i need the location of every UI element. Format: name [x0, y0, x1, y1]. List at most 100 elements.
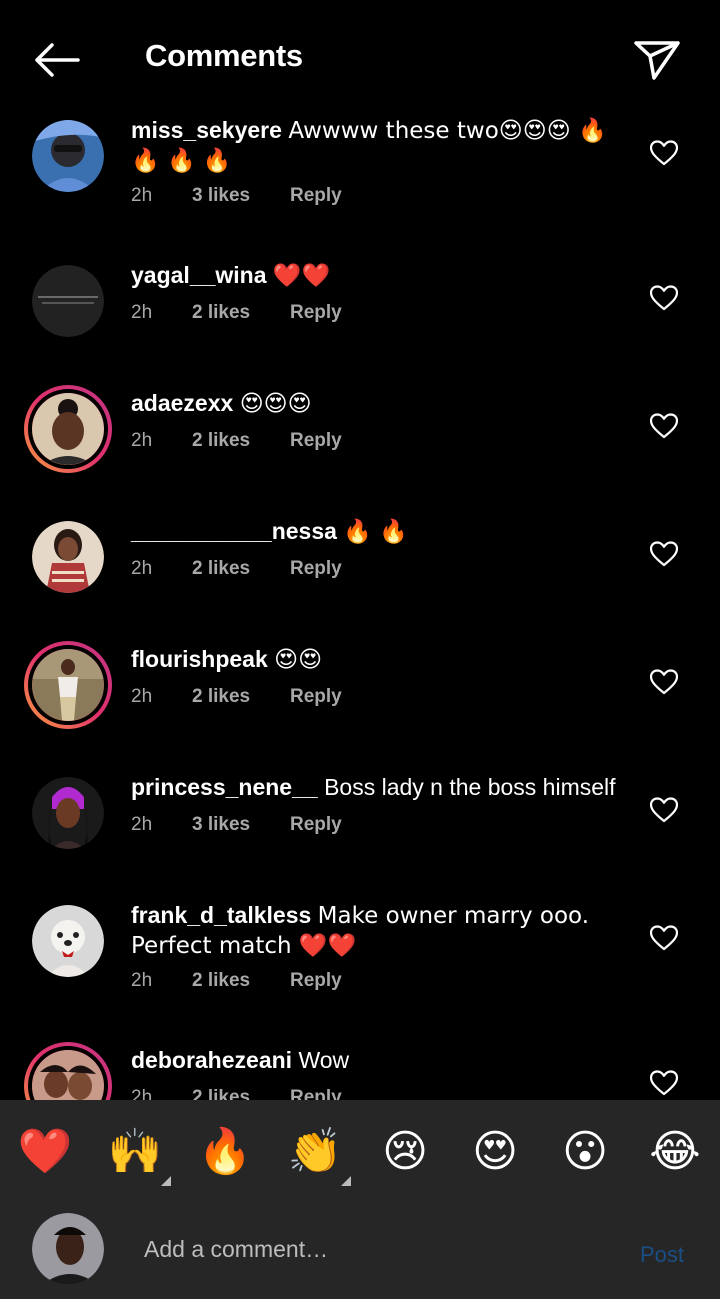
heart-emoji-button[interactable]: ❤️ [17, 1124, 73, 1180]
like-heart-icon[interactable] [650, 541, 678, 567]
comment-username[interactable]: deborahezeani [131, 1047, 292, 1073]
comment-body: 😍😍😍 [239, 391, 312, 417]
comment-text: princess_nene__ Boss lady n the boss him… [131, 773, 631, 802]
comment-username[interactable]: frank_d_talkless [131, 902, 311, 928]
comment-text: deborahezeani Wow [131, 1046, 631, 1075]
comment-time: 2h [131, 185, 153, 206]
comment-time: 2h [131, 814, 153, 835]
comment-body: Boss lady n the boss himself [324, 774, 616, 800]
like-heart-icon[interactable] [650, 925, 678, 951]
comment-time: 2h [131, 430, 153, 451]
comment-body: 😍😍 [274, 647, 323, 673]
heart-eyes-emoji-button[interactable]: 😍 [467, 1124, 523, 1180]
comment-meta: 2h 2 likes Reply [131, 302, 342, 324]
comment-meta: 2h 2 likes Reply [131, 430, 342, 452]
comment-likes[interactable]: 2 likes [192, 686, 290, 708]
reply-button[interactable]: Reply [290, 430, 342, 452]
avatar-story-ring[interactable] [24, 385, 112, 473]
reply-button[interactable]: Reply [290, 1087, 342, 1100]
comment-body: 🔥 🔥 [343, 519, 408, 545]
avatar-story-ring[interactable] [24, 641, 112, 729]
current-user-avatar [32, 1213, 104, 1285]
comment-meta: 2h 3 likes Reply [131, 814, 342, 836]
page-title: Comments [145, 38, 303, 73]
avatar[interactable] [32, 265, 104, 337]
reply-button[interactable]: Reply [290, 814, 342, 836]
comment-likes[interactable]: 2 likes [192, 430, 290, 452]
comment-meta: 2h 3 likes Reply [131, 185, 342, 207]
comment-meta: 2h 2 likes Reply [131, 558, 342, 580]
crying-face-emoji-button[interactable]: 😢 [377, 1124, 433, 1180]
tears-of-joy-emoji-button[interactable]: 😂 [647, 1124, 703, 1180]
comment-text: adaezexx 😍😍😍 [131, 389, 631, 419]
comment-username[interactable]: adaezexx [131, 390, 233, 416]
like-heart-icon[interactable] [650, 285, 678, 311]
comment-likes[interactable]: 2 likes [192, 558, 290, 580]
comment-item: miss_sekyere Awwww these two😍😍😍 🔥 🔥 🔥 🔥 … [0, 112, 720, 257]
comment-body: ❤️❤️ [272, 263, 331, 289]
comment-text: flourishpeak 😍😍 [131, 645, 631, 675]
reply-button[interactable]: Reply [290, 302, 342, 324]
comment-time: 2h [131, 558, 153, 579]
reply-button[interactable]: Reply [290, 185, 342, 207]
like-heart-icon[interactable] [650, 797, 678, 823]
like-heart-icon[interactable] [650, 413, 678, 439]
variant-indicator-icon [341, 1176, 351, 1186]
comment-likes[interactable]: 2 likes [192, 970, 290, 992]
emoji-reaction-bar: ❤️ 🙌 🔥 👏 😢 😍 😮 😂 [0, 1100, 720, 1198]
surprised-face-emoji-button[interactable]: 😮 [557, 1124, 613, 1180]
comment-input[interactable]: Add a comment… [144, 1234, 328, 1264]
comment-composer: Add a comment… Post [0, 1198, 720, 1299]
like-heart-icon[interactable] [650, 1070, 678, 1096]
like-heart-icon[interactable] [650, 669, 678, 695]
comment-likes[interactable]: 3 likes [192, 185, 290, 207]
header: Comments [0, 0, 720, 112]
fire-emoji-button[interactable]: 🔥 [197, 1124, 253, 1180]
variant-indicator-icon [161, 1176, 171, 1186]
comment-likes[interactable]: 2 likes [192, 302, 290, 324]
paper-plane-icon [634, 41, 680, 80]
comment-item: ___________nessa 🔥 🔥 2h 2 likes Reply [0, 513, 720, 631]
comment-item: deborahezeani Wow 2h 2 likes Reply [0, 1042, 720, 1100]
comment-item: frank_d_talkless Make owner marry ooo. P… [0, 897, 720, 1043]
reply-button[interactable]: Reply [290, 686, 342, 708]
comment-username[interactable]: flourishpeak [131, 646, 268, 672]
avatar[interactable] [32, 521, 104, 593]
comment-meta: 2h 2 likes Reply [131, 686, 342, 708]
comment-meta: 2h 2 likes Reply [131, 1087, 342, 1100]
comment-item: adaezexx 😍😍😍 2h 2 likes Reply [0, 385, 720, 503]
comment-item: yagal__wina ❤️❤️ 2h 2 likes Reply [0, 257, 720, 375]
comment-time: 2h [131, 302, 153, 323]
comment-likes[interactable]: 2 likes [192, 1087, 290, 1100]
comment-item: flourishpeak 😍😍 2h 2 likes Reply [0, 641, 720, 759]
comment-username[interactable]: miss_sekyere [131, 117, 282, 143]
comment-text: frank_d_talkless Make owner marry ooo. P… [131, 901, 631, 961]
clapping-hands-emoji-button[interactable]: 👏 [287, 1124, 343, 1180]
back-button[interactable] [28, 36, 84, 84]
reply-button[interactable]: Reply [290, 558, 342, 580]
comment-username[interactable]: ___________nessa [131, 518, 337, 544]
comment-time: 2h [131, 970, 153, 991]
post-button[interactable]: Post [640, 1240, 684, 1270]
comment-item: princess_nene__ Boss lady n the boss him… [0, 769, 720, 887]
comment-time: 2h [131, 686, 153, 707]
avatar[interactable] [32, 120, 104, 192]
comment-likes[interactable]: 3 likes [192, 814, 290, 836]
comment-text: ___________nessa 🔥 🔥 [131, 517, 631, 547]
comment-time: 2h [131, 1087, 153, 1100]
comment-list[interactable]: miss_sekyere Awwww these two😍😍😍 🔥 🔥 🔥 🔥 … [0, 112, 720, 1100]
comment-meta: 2h 2 likes Reply [131, 970, 342, 992]
raising-hands-emoji-button[interactable]: 🙌 [107, 1124, 163, 1180]
comment-text: miss_sekyere Awwww these two😍😍😍 🔥 🔥 🔥 🔥 [131, 116, 631, 176]
like-heart-icon[interactable] [650, 140, 678, 166]
avatar[interactable] [32, 777, 104, 849]
share-button[interactable] [628, 34, 686, 86]
back-arrow-icon [35, 43, 80, 77]
reply-button[interactable]: Reply [290, 970, 342, 992]
comment-username[interactable]: princess_nene__ [131, 774, 318, 800]
comment-body: Wow [298, 1047, 350, 1073]
avatar[interactable] [32, 905, 104, 977]
comment-username[interactable]: yagal__wina [131, 262, 267, 288]
comment-text: yagal__wina ❤️❤️ [131, 261, 631, 291]
avatar-story-ring[interactable] [24, 1042, 112, 1100]
